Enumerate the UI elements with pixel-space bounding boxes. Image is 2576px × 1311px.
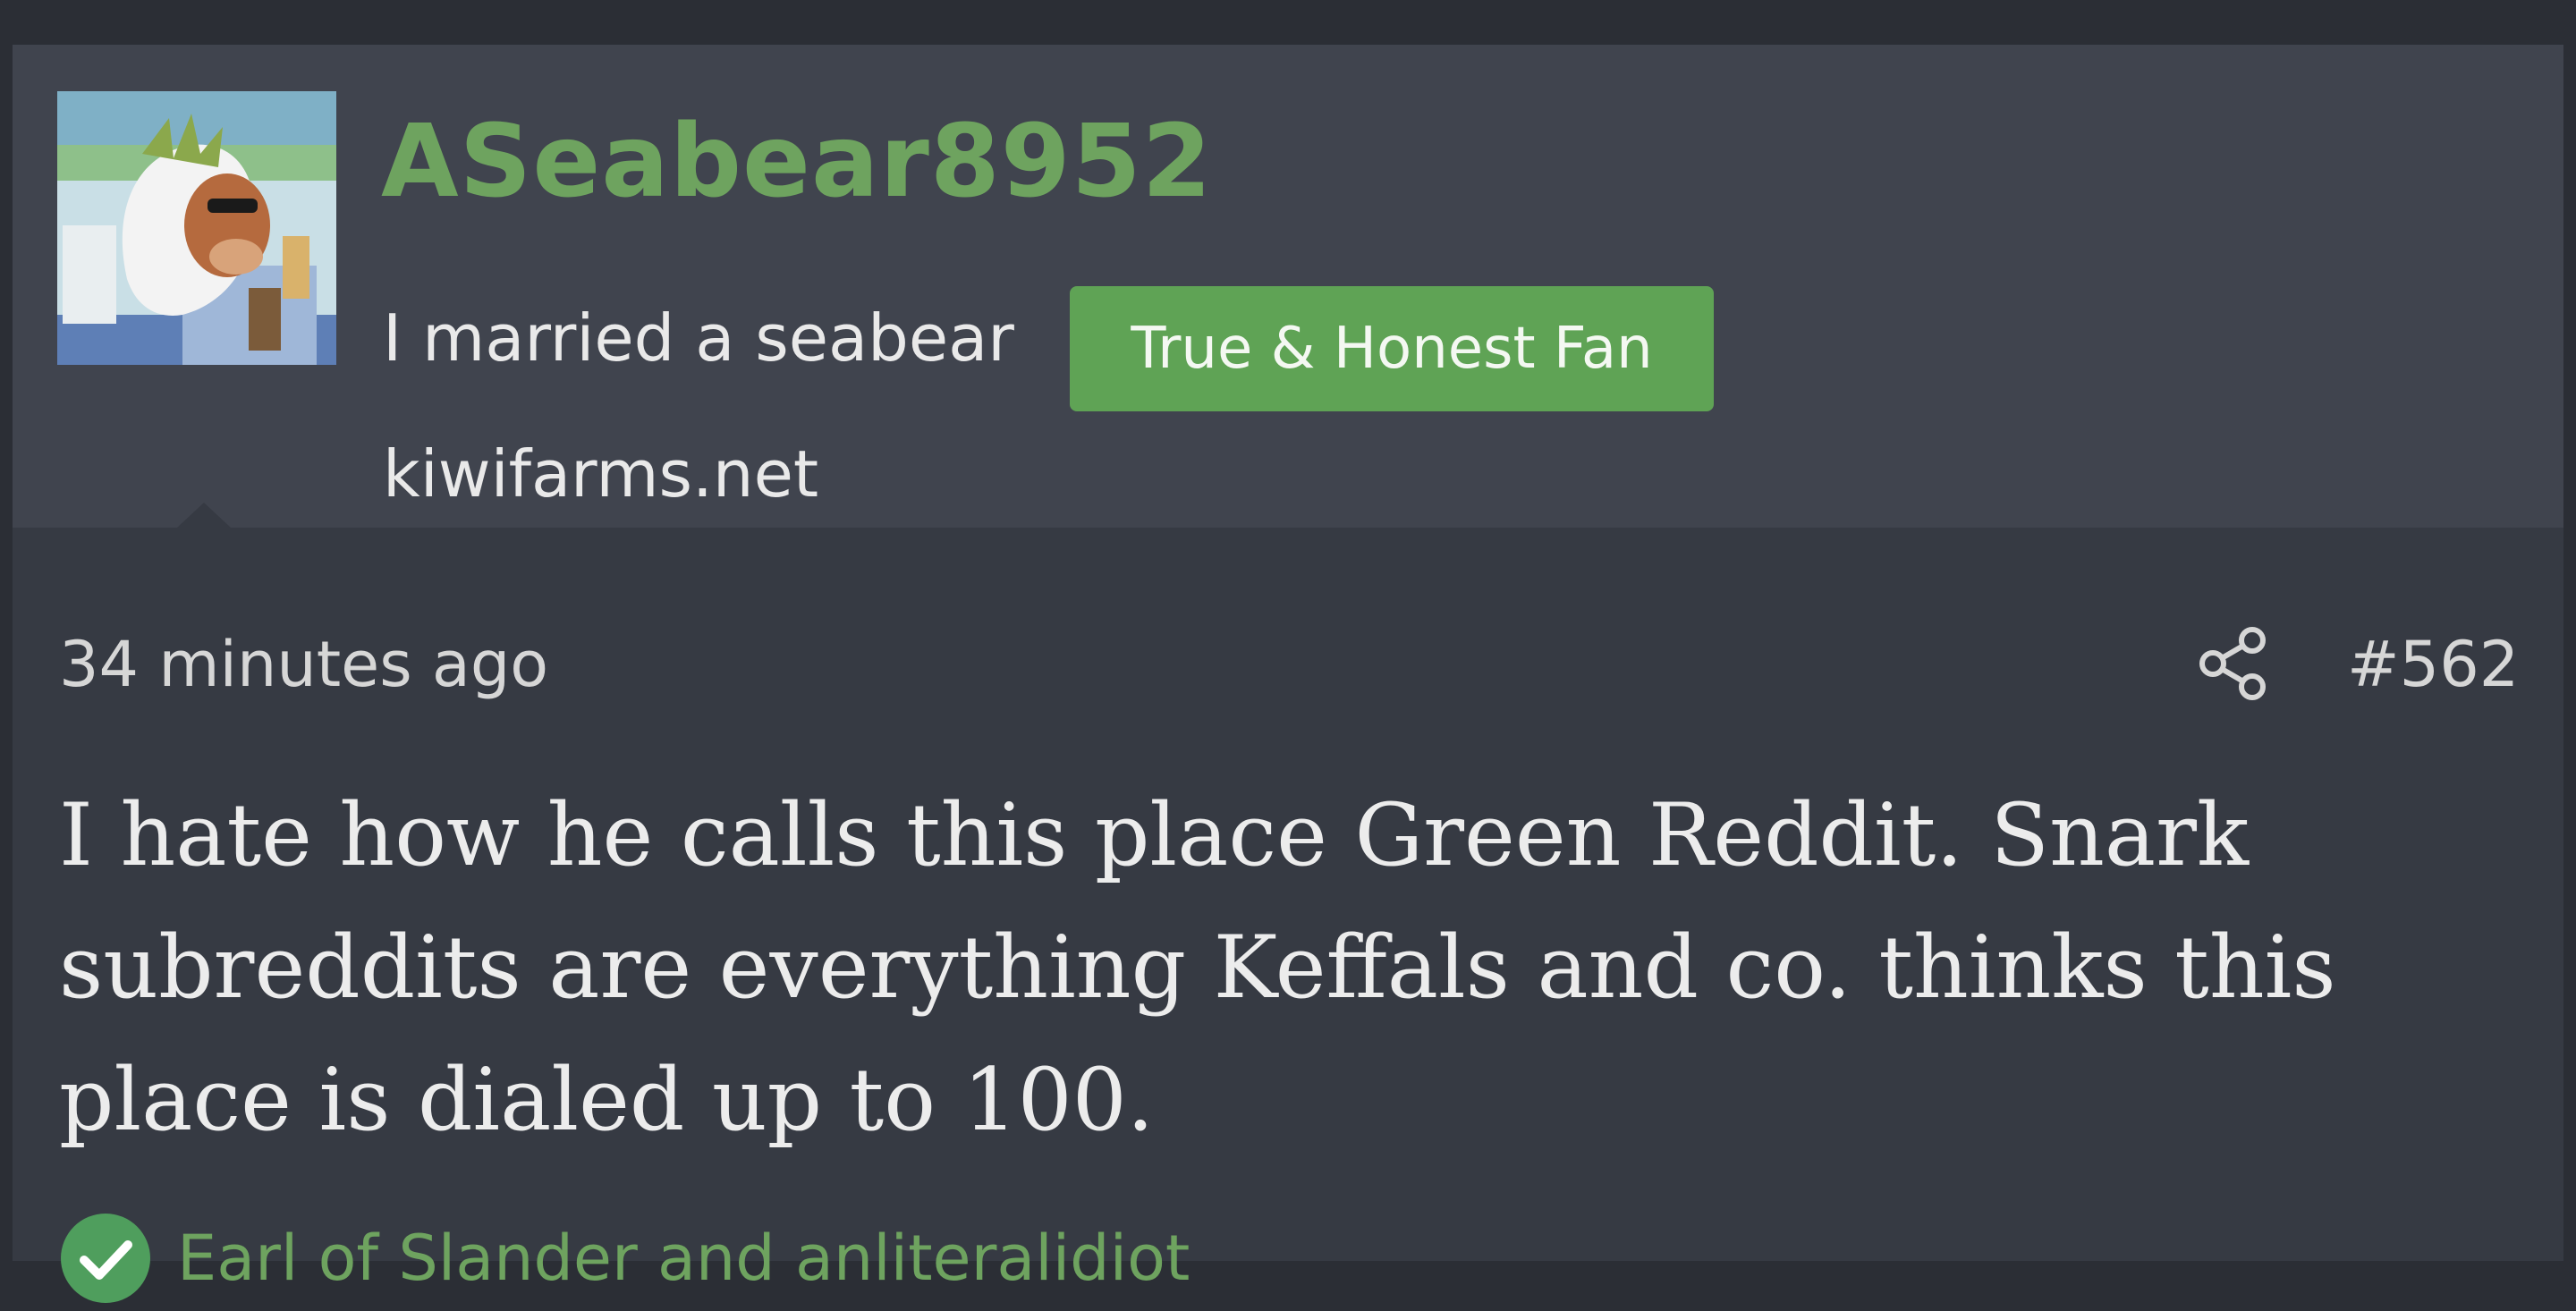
checkmark-icon [61, 1214, 150, 1303]
reaction-users[interactable]: Earl of Slander and anliteralidiot [177, 1218, 1190, 1298]
user-website: kiwifarms.net [383, 436, 819, 512]
post-number[interactable]: #562 [2347, 624, 2519, 705]
cartoon-character-avatar-icon [57, 91, 336, 365]
header-arrow [177, 503, 231, 528]
post-message: I hate how he calls this place Green Red… [59, 785, 2336, 1150]
share-icon[interactable] [2195, 624, 2274, 703]
post-container: ASeabear8952 I married a seabear True & … [13, 45, 2563, 1303]
post-header: ASeabear8952 I married a seabear True & … [13, 45, 2563, 528]
post-body: I hate how he calls this place Green Red… [59, 769, 2546, 1166]
user-banner: True & Honest Fan [1070, 286, 1714, 411]
avatar[interactable] [57, 91, 336, 365]
user-title: I married a seabear [383, 300, 1014, 376]
reactions-bar[interactable]: Earl of Slander and anliteralidiot [59, 1209, 1190, 1307]
username[interactable]: ASeabear8952 [381, 104, 1213, 220]
post-date[interactable]: 34 minutes ago [59, 624, 548, 705]
